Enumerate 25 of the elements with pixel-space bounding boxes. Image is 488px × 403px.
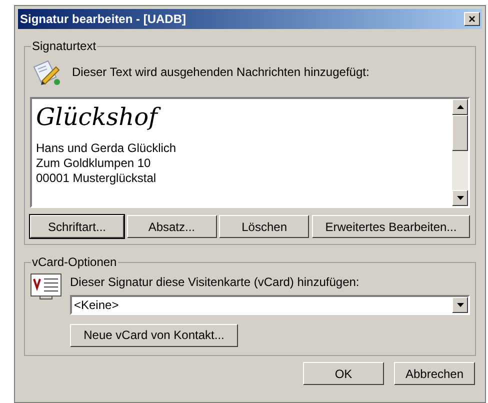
dialog-button[interactable]: Abbrechen	[394, 362, 475, 385]
vcard-hint: Dieser Signatur diese Visitenkarte (vCard) hinzufügen:	[70, 274, 360, 291]
signature-editor[interactable]: Glückshof Hans und Gerda Glücklich Zum Goldklumpen 10 00001 Musterglückstal	[30, 97, 470, 208]
format-button[interactable]: Erweitertes Bearbeiten...	[312, 215, 470, 238]
group-legend: Signaturtext	[31, 37, 98, 55]
dialog-button[interactable]: OK	[303, 362, 384, 385]
signature-line: 00001 Musterglückstal	[36, 171, 158, 186]
format-button[interactable]: Absatz...	[126, 215, 217, 238]
signature-hint: Dieser Text wird ausgehenden Nachrichten hinzugefügt:	[72, 64, 370, 81]
signature-line: Zum Goldklumpen 10	[36, 156, 152, 171]
window-title: Signatur bearbeiten - [UADB]	[20, 11, 186, 28]
vcard-dropdown[interactable]: <Keine>	[70, 295, 470, 315]
new-vcard-button[interactable]: Neue vCard von Kontakt...	[70, 324, 238, 346]
down-arrow-icon	[456, 196, 464, 200]
dropdown-arrow-icon	[456, 303, 464, 307]
scrollbar[interactable]	[452, 99, 468, 206]
close-button[interactable]: ×	[464, 12, 480, 26]
signature-heading: Glückshof	[36, 101, 452, 133]
signature-line: Hans und Gerda Glücklich	[36, 141, 178, 156]
dropdown-value: <Keine>	[73, 297, 120, 314]
vcard-icon	[30, 273, 62, 301]
format-button[interactable]: Schriftart...	[30, 215, 124, 238]
group-legend: vCard-Optionen	[31, 253, 118, 271]
up-arrow-icon	[456, 105, 464, 109]
format-button[interactable]: Löschen	[219, 215, 310, 238]
